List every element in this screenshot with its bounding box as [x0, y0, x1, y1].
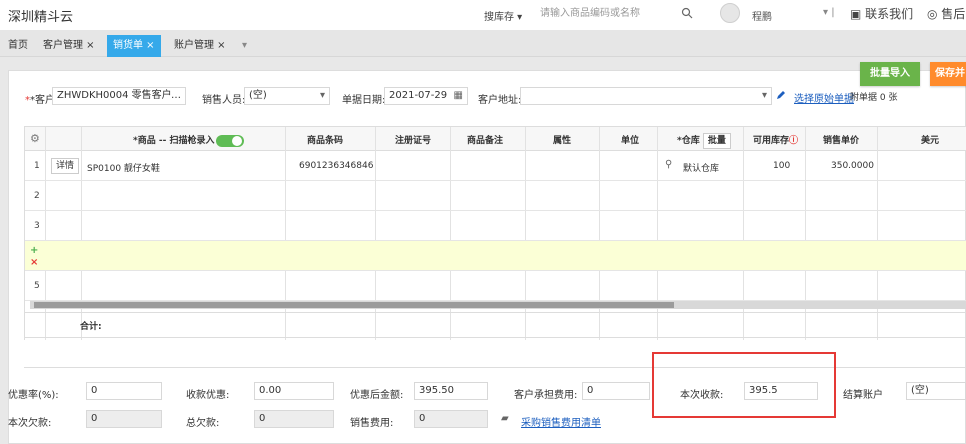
header-remark: 商品备注	[467, 136, 504, 146]
tab-sales-order[interactable]: 销货单 ×	[107, 35, 161, 57]
this-debt-field: 0	[86, 410, 162, 428]
discount-rate-label: 优惠率(%):	[8, 390, 59, 401]
table-row[interactable]: 5	[25, 271, 966, 301]
date-label: 单据日期:	[342, 95, 386, 106]
header-price: 销售单价	[823, 136, 860, 146]
header-warehouse: *仓库 批量	[677, 133, 731, 149]
brand-title: 深圳精斗云	[8, 10, 74, 25]
gear-icon[interactable]: ⚙	[30, 132, 40, 145]
date-field[interactable]: 2021-07-29 ▦	[384, 87, 468, 105]
add-row-icon[interactable]: +	[30, 245, 38, 256]
after-discount-label: 优惠后金额:	[350, 390, 404, 401]
detail-button[interactable]: 详情	[51, 158, 80, 174]
sales-fee-label: 销售费用:	[350, 418, 394, 429]
chevron-down-icon[interactable]: ▾ |	[823, 7, 835, 18]
product-name: SP0100 靓仔女鞋	[87, 164, 160, 174]
contact-us-link[interactable]: ▣ 联系我们	[850, 5, 913, 22]
table-row[interactable]: 3	[25, 211, 966, 241]
collect-discount-label: 收款优惠:	[186, 390, 230, 401]
sales-person-select[interactable]: (空) ▾	[244, 87, 330, 105]
tab-home[interactable]: 首页	[2, 35, 34, 57]
choose-source-link[interactable]: 选择原始单据	[794, 90, 854, 105]
scroll-thumb[interactable]	[34, 302, 674, 308]
edit-icon[interactable]	[776, 90, 786, 100]
delete-row-icon[interactable]: ×	[30, 257, 38, 268]
highlight-box	[652, 352, 836, 418]
search-type-select[interactable]: 搜库存 ▾	[484, 8, 522, 23]
chevron-down-icon: ▾	[761, 90, 767, 101]
search-icon[interactable]	[681, 7, 693, 19]
header-unit: 单位	[621, 136, 640, 146]
barcode: 6901236346846	[299, 161, 374, 171]
tab-account-management[interactable]: 账户管理 ×	[168, 35, 232, 57]
collect-discount-field[interactable]: 0.00	[254, 382, 334, 400]
purchase-fee-link[interactable]: 采购销售费用清单	[521, 414, 601, 429]
header-reg-no: 注册证号	[395, 136, 432, 146]
total-debt-label: 总欠款:	[186, 418, 220, 429]
folder-icon[interactable]: ▰	[501, 413, 509, 424]
customer-fee-field[interactable]: 0	[582, 382, 650, 400]
sale-price: 350.0000	[831, 161, 874, 171]
customer-field[interactable]: ZHWDKH0004 零售客户…	[52, 87, 186, 105]
info-icon: ⓘ	[789, 136, 799, 146]
user-name[interactable]: 程鹏	[752, 8, 772, 23]
address-field[interactable]: ▾	[520, 87, 772, 105]
warehouse: 默认仓库	[683, 164, 720, 174]
available-stock: 100	[773, 161, 791, 171]
settle-account-select[interactable]: (空)	[906, 382, 966, 400]
header-attr: 属性	[553, 136, 572, 146]
total-debt-field: 0	[254, 410, 334, 428]
sum-row: 合计:	[24, 312, 966, 338]
search-input[interactable]: 请输入商品编码或名称	[540, 5, 650, 23]
sales-fee-field: 0	[414, 410, 488, 428]
header-usd: 美元	[921, 136, 940, 146]
scan-toggle[interactable]	[216, 134, 245, 147]
this-debt-label: 本次欠款:	[8, 418, 52, 429]
batch-button[interactable]: 批量	[702, 133, 731, 149]
sales-person-label: 销售人员:	[202, 95, 246, 106]
calendar-icon: ▦	[453, 90, 463, 101]
top-bar	[0, 0, 966, 30]
support-icon: ◎	[927, 7, 942, 21]
batch-import-button[interactable]: 批量导入	[860, 62, 920, 86]
after-discount-field[interactable]: 395.50	[414, 382, 488, 400]
table-row[interactable]: 1 详情 SP0100 靓仔女鞋 6901236346846 ⚲ 默认仓库 10…	[25, 151, 966, 181]
tab-customer-management[interactable]: 客户管理 ×	[37, 35, 101, 57]
header-barcode: 商品条码	[307, 136, 344, 146]
after-sales-link[interactable]: ◎ 售后	[927, 5, 965, 22]
search-icon[interactable]: ⚲	[665, 159, 672, 170]
header-product: *商品 -- 扫描枪录入	[133, 133, 245, 147]
avatar[interactable]	[720, 3, 740, 23]
header-stock: 可用库存ⓘ	[753, 136, 799, 146]
customer-fee-label: 客户承担费用:	[514, 390, 578, 401]
attachment-count: 附单据 0 张	[850, 93, 898, 103]
address-label: 客户地址:	[478, 95, 522, 106]
save-button[interactable]: 保存并	[930, 62, 966, 86]
settle-account-label: 结算账户	[843, 390, 883, 401]
discount-rate-field[interactable]: 0	[86, 382, 162, 400]
chevron-down-icon: ▾	[319, 90, 325, 101]
tabs-more-chevron-icon[interactable]: ▾	[236, 35, 253, 57]
message-icon: ▣	[850, 7, 866, 21]
table-row[interactable]: + ×	[25, 241, 966, 271]
table-row[interactable]: 2	[25, 181, 966, 211]
